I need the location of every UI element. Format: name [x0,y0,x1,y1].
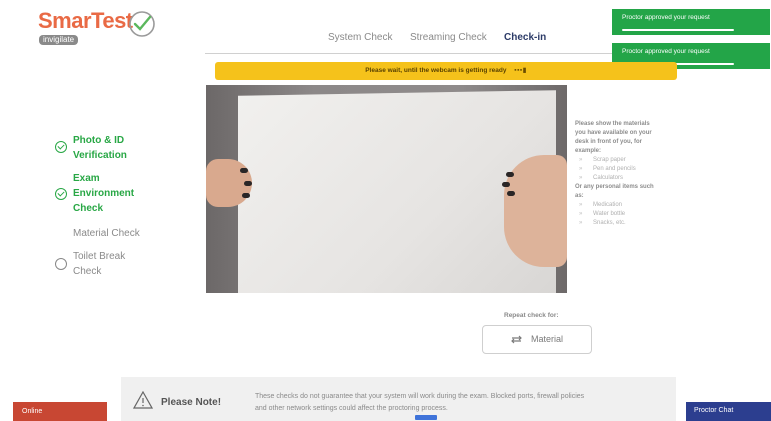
note-title: Please Note! [161,397,222,408]
instr-item: » Scrap paper [579,157,626,163]
tab-check-in[interactable]: Check-in [504,32,546,43]
page: SmarTest invigilate System Check Streami… [0,0,771,421]
check-circle-icon [55,188,67,200]
double-chevron-icon: » [579,211,583,217]
repeat-button-label: Material [531,334,564,344]
toast-progress [622,29,734,31]
toast-notification[interactable]: Proctor approved your request [612,9,770,35]
empty-circle-icon [55,258,67,270]
webcam-wait-banner: Please wait, until the webcam is getting… [215,62,677,80]
online-status: Online [13,402,107,421]
double-chevron-icon: » [579,202,583,208]
note-text: These checks do not guarantee that your … [255,393,585,412]
double-chevron-icon: » [579,166,583,172]
check-circle-icon [55,141,67,153]
step-exam-environment: Exam Environment Check [73,173,135,214]
warning-icon [133,391,153,409]
repeat-check-label: Repeat check for: [504,312,559,319]
step-tabs: System Check Streaming Check Check-in [205,24,675,54]
tab-system-check[interactable]: System Check [328,32,392,43]
logo-sub: invigilate [39,35,79,45]
webcam-feed [206,85,567,293]
instr-item: » Medication [579,202,623,208]
repeat-icon [511,335,522,344]
instr-item: » Pen and pencils [579,166,636,172]
logo-text: SmarTest [38,8,133,33]
instr-intro-line: you have available on your [575,130,652,136]
webcam-nail [502,182,510,187]
double-chevron-icon: » [579,220,583,226]
webcam-nail [244,181,252,186]
instr-intro-line: Please show the materials [575,121,650,127]
step-material-check: Material Check [73,228,140,239]
instr-middle-line: Or any personal items such [575,184,654,190]
loading-dots-icon: ▪▪▪▮ [514,67,527,74]
tab-streaming-check[interactable]: Streaming Check [410,32,487,43]
cookie-accept-button[interactable] [415,415,437,420]
double-chevron-icon: » [579,175,583,181]
smartest-logo: SmarTest invigilate [38,8,158,45]
webcam-nail [507,191,515,196]
cookie-text [355,415,413,420]
step-photo-id: Photo & ID Verification [73,135,127,161]
instr-intro-line: example: [575,148,602,154]
instr-middle-line: as: [575,193,584,199]
toast-text: Proctor approved your request [622,48,710,55]
banner-text: Please wait, until the webcam is getting… [365,67,507,74]
repeat-material-button[interactable]: Material [482,325,592,354]
logo-check-icon [129,11,155,37]
double-chevron-icon: » [579,157,583,163]
webcam-right-hand [504,155,567,267]
note-panel: Please Note! These checks do not guarant… [121,377,676,421]
webcam-nail [240,168,248,173]
toast-text: Proctor approved your request [622,14,710,21]
material-instructions: Please show the materials you have avail… [575,120,675,228]
instr-item: » Calculators [579,175,624,181]
step-toilet-break: Toilet Break Check [73,251,126,277]
webcam-nail [242,193,250,198]
proctor-chat-button[interactable]: Proctor Chat [686,402,771,421]
instr-item: » Water bottle [579,211,626,217]
instr-item: » Snacks, etc. [579,220,626,226]
webcam-nail [506,172,514,177]
instr-intro-line: desk in front of you, for [575,139,642,145]
